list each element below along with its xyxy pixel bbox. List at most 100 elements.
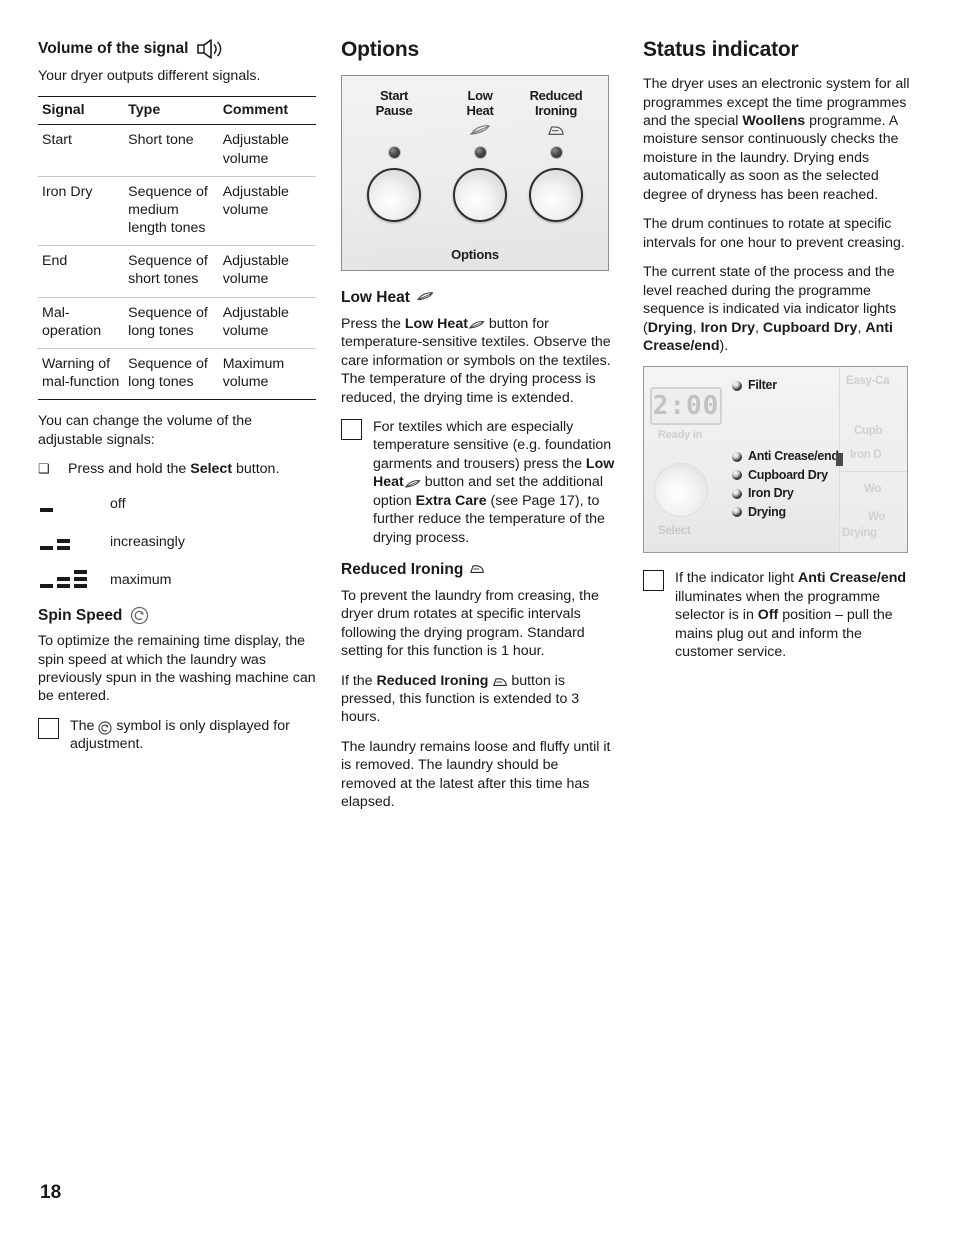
reduced-ironing-paragraph-3: The laundry remains loose and fluffy unt…: [341, 738, 611, 811]
cell-comment: Maximum volume: [218, 348, 316, 401]
programme-selector-area: Easy-Ca Cupb Iron D Wo Wo Drying: [836, 367, 907, 553]
status-paragraph-1: The dryer uses an electronic system for …: [643, 76, 910, 203]
cell-signal: Iron Dry: [38, 176, 125, 247]
cell-comment: Adjustable volume: [218, 297, 316, 350]
status-indicator-list: Anti Crease/end Cupboard Dry Iron Dry Dr…: [732, 450, 839, 524]
iron-icon: [469, 562, 485, 575]
start-pause-led-icon: [388, 147, 400, 159]
reduced-ironing-label-line2: Ironing: [535, 103, 577, 119]
column-header-signal: Signal: [38, 96, 125, 126]
feather-icon: [416, 290, 434, 303]
low-heat-note: For textiles which are especially temper…: [341, 418, 616, 547]
cupboard-dry-led-icon: [732, 470, 742, 481]
feather-icon: [404, 477, 421, 490]
column-header-type: Type: [124, 96, 219, 126]
table-row: Mal-operation Sequence of long tones Adj…: [38, 297, 316, 350]
note-box-icon: [643, 570, 664, 592]
volume-level-label: off: [110, 495, 126, 512]
low-heat-heading: Low Heat: [341, 289, 616, 308]
start-pause-label-line2: Pause: [375, 103, 413, 119]
low-heat-label-line1: Low: [467, 88, 493, 104]
reduced-ironing-button[interactable]: [529, 168, 583, 223]
low-heat-note-text: For textiles which are especially temper…: [373, 418, 615, 546]
indicator-label: Cupboard Dry: [748, 467, 828, 482]
reduced-ironing-heading-text: Reduced Ironing: [341, 561, 464, 579]
drying-led-icon: [732, 507, 742, 518]
reduced-ironing-paragraph-2: If the Reduced Ironing button is pressed…: [341, 672, 580, 726]
indicator-anti-crease-end: Anti Crease/end: [732, 450, 839, 463]
volume-bars-maximum-icon: [38, 568, 110, 588]
table-row: Warning of mal-function Sequence of long…: [38, 348, 316, 401]
status-paragraph-3: The current state of the process and the…: [643, 264, 897, 354]
reduced-ironing-paragraph-1: To prevent the laundry from creasing, th…: [341, 587, 599, 660]
programme-label-easy-care: Easy-Ca: [846, 375, 890, 388]
cell-type: Sequence of medium length tones: [124, 176, 219, 247]
signal-table: Signal Type Comment Start Short tone Adj…: [38, 96, 316, 401]
low-heat-led-icon: [474, 147, 486, 159]
programme-label-woollens-2: Wo: [868, 511, 886, 524]
programme-selector-divider: [840, 471, 907, 473]
status-indicator-note: If the indicator light Anti Crease/end i…: [643, 569, 915, 661]
start-pause-button-group: Start Pause: [350, 88, 438, 223]
cell-type: Sequence of short tones: [124, 245, 219, 298]
feather-icon: [468, 318, 485, 331]
volume-level-increasingly: increasingly: [38, 528, 316, 550]
select-knob[interactable]: [654, 463, 708, 518]
options-heading: Options: [341, 38, 419, 61]
feather-icon: [436, 121, 524, 139]
select-button-instruction: ❑ Press and hold the Select button.: [38, 460, 316, 478]
spin-speed-heading: Spin Speed: [38, 606, 316, 625]
programme-selector-tick-icon: [836, 453, 843, 467]
cell-signal: End: [38, 245, 125, 298]
indicator-drying: Drying: [732, 506, 839, 519]
left-intro: Your dryer outputs different signals.: [38, 68, 261, 84]
volume-level-off: off: [38, 490, 316, 512]
low-heat-button[interactable]: [453, 168, 507, 223]
low-heat-button-group: Low Heat: [436, 88, 524, 223]
volume-of-signal-heading-text: Volume of the signal: [38, 40, 189, 58]
reduced-ironing-button-group: Reduced Ironing: [512, 88, 600, 223]
start-pause-label-line1: Start: [379, 88, 409, 104]
reduced-ironing-heading: Reduced Ironing: [341, 561, 616, 580]
iron-dry-led-icon: [732, 488, 742, 499]
status-paragraph-2: The drum continues to rotate at specific…: [643, 216, 905, 251]
volume-bars-increasing-icon: [38, 530, 110, 550]
status-indicator-note-text: If the indicator light Anti Crease/end i…: [675, 570, 907, 661]
volume-level-label: increasingly: [110, 533, 185, 550]
options-panel-footer-label: Options: [451, 247, 499, 263]
cell-signal: Warning of mal-function: [38, 348, 125, 401]
volume-level-maximum: maximum: [38, 566, 316, 588]
start-pause-button[interactable]: [367, 168, 421, 223]
left-column: Volume of the signal Your dryer outputs …: [38, 38, 316, 766]
table-row: Start Short tone Adjustable volume: [38, 124, 316, 177]
status-indicator-panel-figure: 2:00 Ready in Select Filter Anti Crease/…: [643, 366, 908, 554]
programme-label-woollens-1: Wo: [864, 483, 882, 496]
low-heat-label-line2: Heat: [466, 103, 494, 119]
indicator-label: Iron Dry: [748, 486, 794, 501]
spiral-icon: [130, 606, 149, 625]
status-indicator-heading: Status indicator: [643, 38, 799, 61]
filter-indicator: Filter: [732, 379, 777, 392]
cell-comment: Adjustable volume: [218, 176, 316, 247]
volume-of-signal-heading: Volume of the signal: [38, 38, 316, 60]
cell-type: Short tone: [124, 124, 219, 177]
table-row: Iron Dry Sequence of medium length tones…: [38, 176, 316, 247]
indicator-label: Anti Crease/end: [748, 449, 839, 464]
volume-bars-off-icon: [38, 492, 110, 512]
cell-comment: Adjustable volume: [218, 124, 316, 177]
middle-column: Options Start Pause Low Heat Reduced Iro…: [341, 38, 616, 823]
indicator-label: Drying: [748, 504, 786, 519]
start-pause-icon-slot: [350, 121, 438, 139]
change-volume-text: You can change the volume of the adjusta…: [38, 413, 253, 448]
column-header-comment: Comment: [218, 96, 316, 126]
ready-in-label: Ready in: [658, 429, 703, 442]
manual-page: Volume of the signal Your dryer outputs …: [0, 0, 954, 1235]
note-box-icon: [38, 717, 59, 739]
select-instruction-text: Press and hold the Select button.: [68, 461, 280, 478]
reduced-ironing-label-line1: Reduced: [529, 88, 583, 104]
spiral-icon: [98, 721, 112, 735]
indicator-cupboard-dry: Cupboard Dry: [732, 469, 839, 482]
iron-icon: [492, 675, 508, 688]
anti-crease-end-led-icon: [732, 451, 742, 462]
spin-speed-heading-text: Spin Speed: [38, 606, 123, 624]
